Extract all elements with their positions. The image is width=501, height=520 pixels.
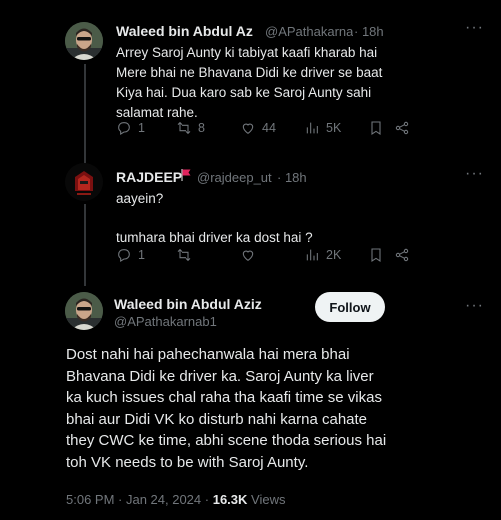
views-icon (306, 249, 318, 261)
thread-line-2 (84, 204, 86, 286)
reply-count: 1 (138, 121, 145, 135)
tweet-text-line: tumhara bhai driver ka dost hai ? (116, 230, 313, 245)
views-button[interactable]: 5K (304, 120, 341, 136)
tweet-text-line: Mere bhai ne Bhavana Didi ke driver se b… (116, 65, 383, 80)
share-icon (395, 121, 409, 135)
views-count: 16.3K (212, 492, 248, 507)
more-icon[interactable]: ··· (465, 165, 484, 183)
bookmark-button[interactable] (368, 247, 384, 263)
share-button[interactable] (394, 120, 410, 136)
reply-count: 1 (138, 248, 145, 262)
author-handle[interactable]: @rajdeep_ut (197, 170, 272, 185)
bookmark-icon (371, 121, 381, 135)
avatar-logo (65, 163, 103, 201)
avatar[interactable] (65, 163, 103, 201)
retweet-button[interactable] (176, 247, 192, 263)
reply-button[interactable]: 1 (116, 120, 145, 136)
reply-icon (118, 249, 130, 262)
retweet-icon (177, 248, 191, 262)
reply-button[interactable]: 1 (116, 247, 145, 263)
author-handle[interactable]: @APathakarnab1 (114, 314, 217, 329)
views-count: 5K (326, 121, 342, 135)
more-icon[interactable]: ··· (465, 297, 484, 315)
views-button[interactable]: 2K (304, 247, 341, 263)
share-icon (395, 248, 409, 262)
author-name[interactable]: Waleed bin Abdul Aziz (114, 296, 262, 312)
tweet-timestamp[interactable]: 5:06 PM · Jan 24, 2024 · (66, 492, 209, 507)
like-button[interactable]: 44 (240, 120, 276, 136)
author-handle[interactable]: @APathakarnat (265, 24, 353, 39)
more-icon[interactable]: ··· (465, 19, 484, 37)
like-icon (242, 250, 254, 261)
thread-line-1 (84, 64, 86, 164)
flag-icon (180, 168, 192, 182)
avatar[interactable] (65, 292, 103, 330)
bookmark-icon (371, 248, 381, 262)
tweet-text-line: Bhavana Didi ke driver ka. Saroj Aunty k… (66, 367, 374, 385)
avatar-photo (65, 22, 103, 60)
views-count: 2K (326, 248, 342, 262)
avatar-photo (65, 292, 103, 330)
avatar[interactable] (65, 22, 103, 60)
retweet-count: 8 (198, 121, 205, 135)
tweet-footer: 5:06 PM · Jan 24, 2024 · 16.3K Views (66, 492, 286, 507)
tweet-text-line: bhai aur Didi VK ko disturb nahi karna c… (66, 410, 368, 428)
tweet-text: Dost nahi hai pahechanwala hai mera bhai… (66, 344, 476, 473)
like-count: 44 (262, 121, 276, 135)
reply-icon (118, 122, 130, 135)
like-button[interactable] (240, 247, 256, 263)
like-icon (242, 123, 254, 134)
follow-button[interactable]: Follow (315, 292, 385, 322)
bookmark-button[interactable] (368, 120, 384, 136)
retweet-icon (177, 121, 191, 135)
tweet-text-line: toh VK needs to be with Saroj Aunty. (66, 453, 309, 471)
tweet-time[interactable]: · 18h (354, 24, 384, 39)
tweet-text-line: Arrey Saroj Aunty ki tabiyat kaafi khara… (116, 45, 378, 60)
author-name[interactable]: RAJDEEP (116, 169, 182, 185)
tweet-text-line: ka kuch issues chal raha tha kaafi time … (66, 389, 382, 406)
views-icon (306, 122, 318, 134)
tweet-time[interactable]: · 18h (277, 170, 307, 185)
tweet-text-line: Kiya hai. Dua karo sab ke Saroj Aunty sa… (116, 85, 372, 100)
views-label: Views (251, 492, 286, 507)
author-name[interactable]: Waleed bin Abdul Az (116, 23, 253, 39)
share-button[interactable] (394, 247, 410, 263)
retweet-button[interactable]: 8 (176, 120, 205, 136)
tweet-text-line: they CWC ke time, abhi scene thoda serio… (66, 432, 387, 449)
tweet-text-line: aayein? (116, 191, 164, 206)
tweet-text-line: Dost nahi hai pahechanwala hai mera bhai (66, 346, 350, 363)
tweet-text: Arrey Saroj Aunty ki tabiyat kaafi khara… (116, 43, 446, 123)
